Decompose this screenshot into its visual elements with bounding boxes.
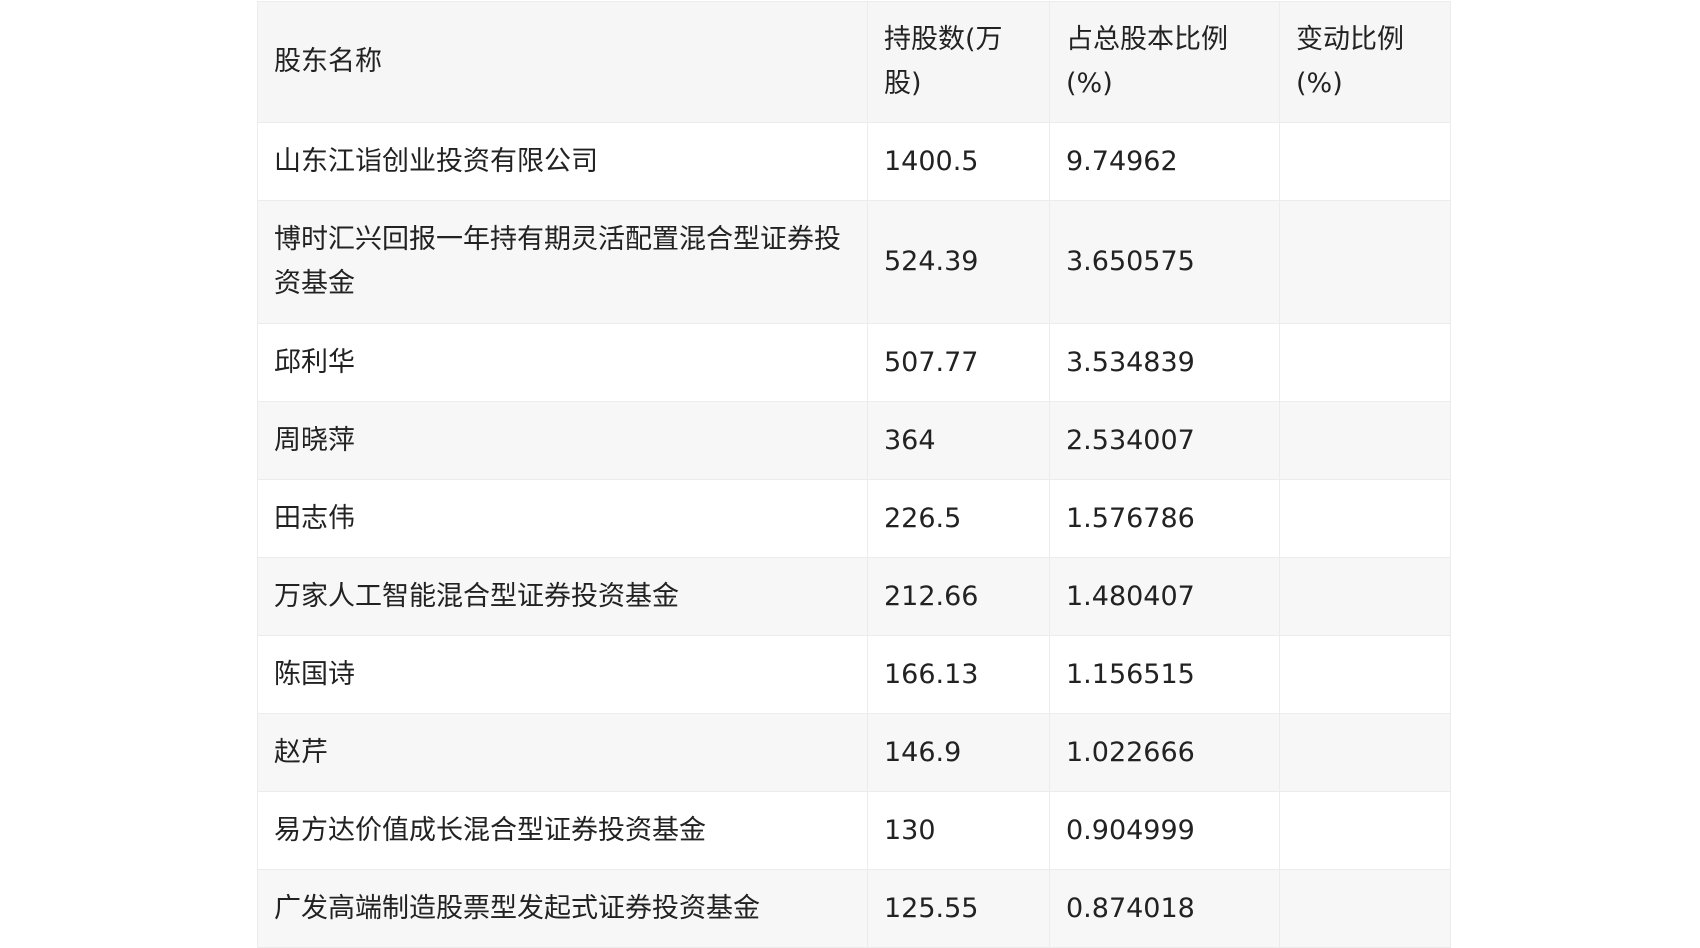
cell-change-ratio [1279,323,1451,402]
cell-change-ratio [1279,869,1451,948]
cell-shareholder-name: 田志伟 [257,479,868,558]
cell-share-ratio: 2.534007 [1049,401,1280,480]
cell-change-ratio [1279,557,1451,636]
cell-share-ratio: 3.650575 [1049,200,1280,324]
cell-shareholder-name: 周晓萍 [257,401,868,480]
cell-change-ratio [1279,713,1451,792]
table-row: 周晓萍 364 2.534007 [257,401,1451,480]
cell-shareholder-name: 易方达价值成长混合型证券投资基金 [257,791,868,870]
table-header: 股东名称 持股数(万股) 占总股本比例(%) 变动比例(%) [257,1,1451,123]
table-row: 陈国诗 166.13 1.156515 [257,635,1451,714]
cell-change-ratio [1279,635,1451,714]
cell-shares-held: 130 [867,791,1050,870]
cell-share-ratio: 0.874018 [1049,869,1280,948]
cell-shares-held: 212.66 [867,557,1050,636]
cell-shares-held: 524.39 [867,200,1050,324]
cell-share-ratio: 1.156515 [1049,635,1280,714]
header-shares-held: 持股数(万股) [867,1,1050,123]
cell-shareholder-name: 广发高端制造股票型发起式证券投资基金 [257,869,868,948]
cell-change-ratio [1279,479,1451,558]
table-row: 万家人工智能混合型证券投资基金 212.66 1.480407 [257,557,1451,636]
table-row: 田志伟 226.5 1.576786 [257,479,1451,558]
header-share-ratio: 占总股本比例(%) [1049,1,1280,123]
cell-share-ratio: 1.576786 [1049,479,1280,558]
cell-shareholder-name: 陈国诗 [257,635,868,714]
cell-share-ratio: 1.480407 [1049,557,1280,636]
cell-shareholder-name: 博时汇兴回报一年持有期灵活配置混合型证券投资基金 [257,200,868,324]
table-row: 赵芹 146.9 1.022666 [257,713,1451,792]
cell-shares-held: 125.55 [867,869,1050,948]
cell-change-ratio [1279,791,1451,870]
cell-shares-held: 166.13 [867,635,1050,714]
header-change-ratio: 变动比例(%) [1279,1,1451,123]
cell-share-ratio: 9.74962 [1049,122,1280,201]
cell-share-ratio: 0.904999 [1049,791,1280,870]
header-row: 股东名称 持股数(万股) 占总股本比例(%) 变动比例(%) [257,1,1451,123]
table-row: 邱利华 507.77 3.534839 [257,323,1451,402]
cell-change-ratio [1279,122,1451,201]
cell-shareholder-name: 赵芹 [257,713,868,792]
table-row: 广发高端制造股票型发起式证券投资基金 125.55 0.874018 [257,869,1451,948]
cell-shareholder-name: 邱利华 [257,323,868,402]
table-row: 山东江诣创业投资有限公司 1400.5 9.74962 [257,122,1451,201]
cell-shares-held: 146.9 [867,713,1050,792]
table-row: 博时汇兴回报一年持有期灵活配置混合型证券投资基金 524.39 3.650575 [257,200,1451,324]
shareholders-table: 股东名称 持股数(万股) 占总股本比例(%) 变动比例(%) 山东江诣创业投资有… [257,1,1451,948]
header-shareholder-name: 股东名称 [257,1,868,123]
cell-shares-held: 226.5 [867,479,1050,558]
cell-shares-held: 1400.5 [867,122,1050,201]
cell-shares-held: 507.77 [867,323,1050,402]
cell-shares-held: 364 [867,401,1050,480]
cell-share-ratio: 1.022666 [1049,713,1280,792]
cell-share-ratio: 3.534839 [1049,323,1280,402]
table-row: 易方达价值成长混合型证券投资基金 130 0.904999 [257,791,1451,870]
cell-shareholder-name: 万家人工智能混合型证券投资基金 [257,557,868,636]
cell-change-ratio [1279,401,1451,480]
cell-change-ratio [1279,200,1451,324]
cell-shareholder-name: 山东江诣创业投资有限公司 [257,122,868,201]
table-body: 山东江诣创业投资有限公司 1400.5 9.74962 博时汇兴回报一年持有期灵… [257,122,1451,948]
